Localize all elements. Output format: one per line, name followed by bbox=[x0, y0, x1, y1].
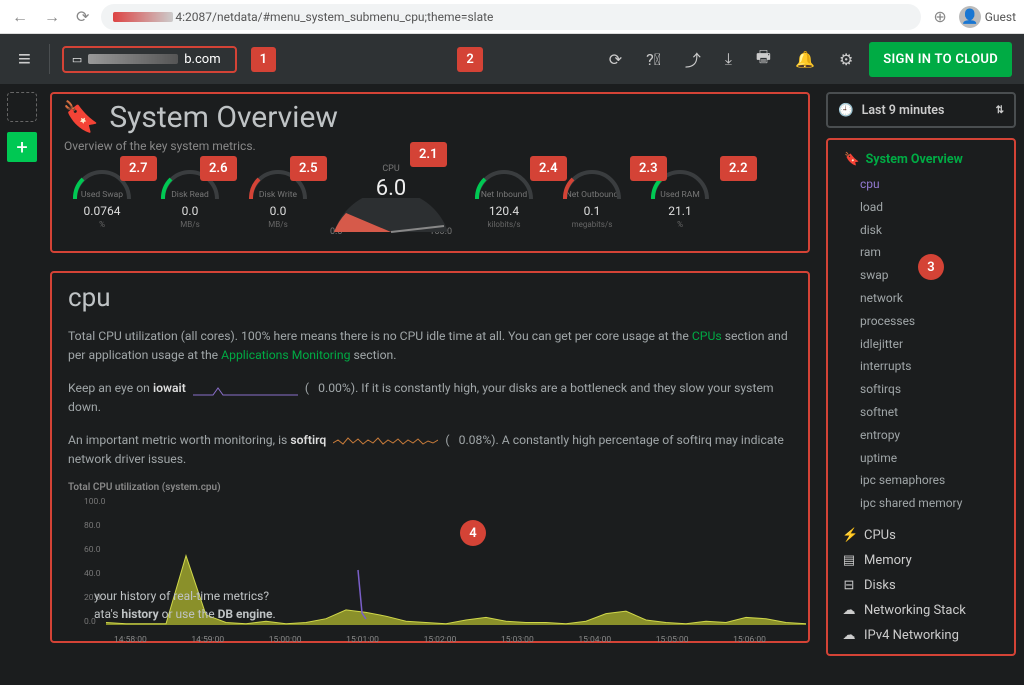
bell-icon[interactable]: 🔔 bbox=[787, 42, 823, 77]
host-selector[interactable]: ▭ b.com bbox=[62, 46, 237, 73]
host-icon: ▭ bbox=[72, 53, 82, 66]
rail-placeholder[interactable] bbox=[7, 92, 37, 122]
annot-g4: 2.1 bbox=[410, 142, 447, 167]
sidebar-item-uptime[interactable]: uptime bbox=[834, 447, 1008, 470]
annot-g6: 2.3 bbox=[630, 156, 667, 181]
page-title: System Overview bbox=[109, 100, 338, 135]
annot-g3: 2.5 bbox=[290, 156, 327, 181]
gauge-cpu[interactable]: CPU 6.0 0.0100.0 bbox=[326, 164, 456, 237]
clock-icon: 🕘 bbox=[838, 103, 854, 118]
annotation-badge-3: 3 bbox=[918, 254, 944, 280]
sidebar: 🔖 System Overview cpuloaddiskramswapnetw… bbox=[826, 138, 1016, 656]
x-tick: 15:00:00 bbox=[269, 635, 302, 645]
x-tick: 15:05:00 bbox=[656, 635, 689, 645]
url-text: 4:2087/netdata/#menu_system_submenu_cpu;… bbox=[175, 10, 493, 24]
sidebar-item-ipc-semaphores[interactable]: ipc semaphores bbox=[834, 469, 1008, 492]
separator bbox=[49, 44, 50, 74]
sign-in-button[interactable]: SIGN IN TO CLOUD bbox=[869, 42, 1012, 77]
cpu-panel: cpu Total CPU utilization (all cores). 1… bbox=[50, 271, 810, 643]
section-icon: ☁ bbox=[842, 628, 856, 643]
back-icon[interactable]: ← bbox=[8, 3, 32, 31]
sidebar-section-memory[interactable]: ▤Memory bbox=[834, 548, 1008, 573]
sidebar-item-network[interactable]: network bbox=[834, 287, 1008, 310]
guest-label: Guest bbox=[985, 10, 1016, 24]
help-icon[interactable]: ?⃝ bbox=[638, 42, 669, 77]
cpu-para-2: Keep an eye on iowait ( 0.00%). If it is… bbox=[68, 379, 792, 417]
gear-icon[interactable]: ⚙ bbox=[831, 42, 861, 77]
x-tick: 14:58:00 bbox=[114, 635, 147, 645]
time-picker[interactable]: 🕘 Last 9 minutes ⇅ bbox=[826, 92, 1016, 128]
sidebar-item-cpu[interactable]: cpu bbox=[834, 173, 1008, 196]
sidebar-section-ipv4-networking[interactable]: ☁IPv4 Networking bbox=[834, 623, 1008, 648]
add-button[interactable]: + bbox=[7, 132, 37, 162]
cpu-para-3: An important metric worth monitoring, is… bbox=[68, 431, 792, 469]
x-tick: 15:04:00 bbox=[578, 635, 611, 645]
sidebar-section-cpus[interactable]: ⚡CPUs bbox=[834, 523, 1008, 548]
sidebar-section-disks[interactable]: ⊟Disks bbox=[834, 573, 1008, 598]
overlay-text-2: ata's history or use the DB engine. bbox=[94, 607, 276, 621]
cpu-para-1: Total CPU utilization (all cores). 100% … bbox=[68, 327, 792, 365]
url-obscured bbox=[113, 12, 173, 22]
guest-chip[interactable]: 👤 Guest bbox=[959, 6, 1016, 28]
section-icon: ☁ bbox=[842, 653, 856, 656]
annot-g2: 2.6 bbox=[200, 156, 237, 181]
reload-icon[interactable]: ⟳ bbox=[72, 3, 93, 30]
sidebar-item-load[interactable]: load bbox=[834, 196, 1008, 219]
annot-g5: 2.4 bbox=[530, 156, 567, 181]
sidebar-title[interactable]: 🔖 System Overview bbox=[834, 148, 1008, 173]
y-tick: 40.0 bbox=[84, 569, 101, 579]
annotation-badge-1: 1 bbox=[251, 47, 276, 72]
hamburger-icon[interactable]: ≡ bbox=[12, 40, 37, 78]
section-icon: ⊟ bbox=[842, 578, 856, 593]
section-icon: ▤ bbox=[842, 553, 856, 568]
avatar-icon: 👤 bbox=[959, 6, 981, 28]
sidebar-item-processes[interactable]: processes bbox=[834, 310, 1008, 333]
sidebar-item-interrupts[interactable]: interrupts bbox=[834, 355, 1008, 378]
overview-panel: 🔖 System Overview Overview of the key sy… bbox=[50, 92, 810, 253]
sidebar-item-disk[interactable]: disk bbox=[834, 219, 1008, 242]
y-tick: 100.0 bbox=[84, 497, 105, 507]
section-icon: ⚡ bbox=[842, 528, 856, 543]
iowait-spark bbox=[193, 382, 298, 396]
upload-icon[interactable]: ⤴ bbox=[677, 39, 709, 79]
bookmark-icon: 🔖 bbox=[844, 152, 860, 167]
print-icon[interactable]: 🖶 bbox=[748, 38, 779, 81]
sidebar-item-entropy[interactable]: entropy bbox=[834, 424, 1008, 447]
annotation-badge-4: 4 bbox=[460, 520, 486, 546]
y-tick: 60.0 bbox=[84, 545, 101, 555]
url-bar[interactable]: 4:2087/netdata/#menu_system_submenu_cpu;… bbox=[101, 4, 921, 30]
sidebar-item-softnet[interactable]: softnet bbox=[834, 401, 1008, 424]
sidebar-section-networking-stack[interactable]: ☁Networking Stack bbox=[834, 598, 1008, 623]
annot-g7: 2.2 bbox=[720, 156, 757, 181]
time-picker-label: Last 9 minutes bbox=[862, 103, 988, 118]
cpu-heading: cpu bbox=[68, 283, 792, 313]
host-suffix: b.com bbox=[184, 52, 220, 67]
chevron-icon: ⇅ bbox=[996, 105, 1004, 116]
x-tick: 15:06:00 bbox=[733, 635, 766, 645]
softirq-spark bbox=[333, 433, 438, 447]
host-obscured bbox=[88, 54, 178, 64]
cpu-chart[interactable]: 100.080.060.040.020.00.0 your history of… bbox=[68, 497, 792, 633]
sidebar-section-ipv6-networking[interactable]: ☁IPv6 Networking bbox=[834, 648, 1008, 656]
zoom-icon[interactable]: ⊕ bbox=[929, 3, 950, 30]
bookmark-icon: 🔖 bbox=[62, 100, 99, 135]
chart-title: Total CPU utilization (system.cpu) bbox=[68, 482, 792, 493]
x-tick: 15:01:00 bbox=[346, 635, 379, 645]
sidebar-item-ipc-shared-memory[interactable]: ipc shared memory bbox=[834, 492, 1008, 515]
download-icon[interactable]: ⤓ bbox=[717, 41, 740, 77]
annotation-badge-2: 2 bbox=[457, 47, 482, 72]
sidebar-item-softirqs[interactable]: softirqs bbox=[834, 378, 1008, 401]
y-tick: 80.0 bbox=[84, 521, 101, 531]
section-icon: ☁ bbox=[842, 603, 856, 618]
overlay-text-1: your history of real-time metrics? bbox=[94, 589, 269, 603]
sidebar-item-idlejitter[interactable]: idlejitter bbox=[834, 333, 1008, 356]
x-tick: 15:03:00 bbox=[501, 635, 534, 645]
x-tick: 15:02:00 bbox=[424, 635, 457, 645]
cpus-link[interactable]: CPUs bbox=[692, 329, 722, 343]
x-tick: 14:59:00 bbox=[191, 635, 224, 645]
forward-icon[interactable]: → bbox=[40, 3, 64, 31]
apps-link[interactable]: Applications Monitoring bbox=[221, 348, 350, 362]
refresh-icon[interactable]: ⟳ bbox=[601, 42, 630, 77]
annot-g1: 2.7 bbox=[120, 156, 157, 181]
